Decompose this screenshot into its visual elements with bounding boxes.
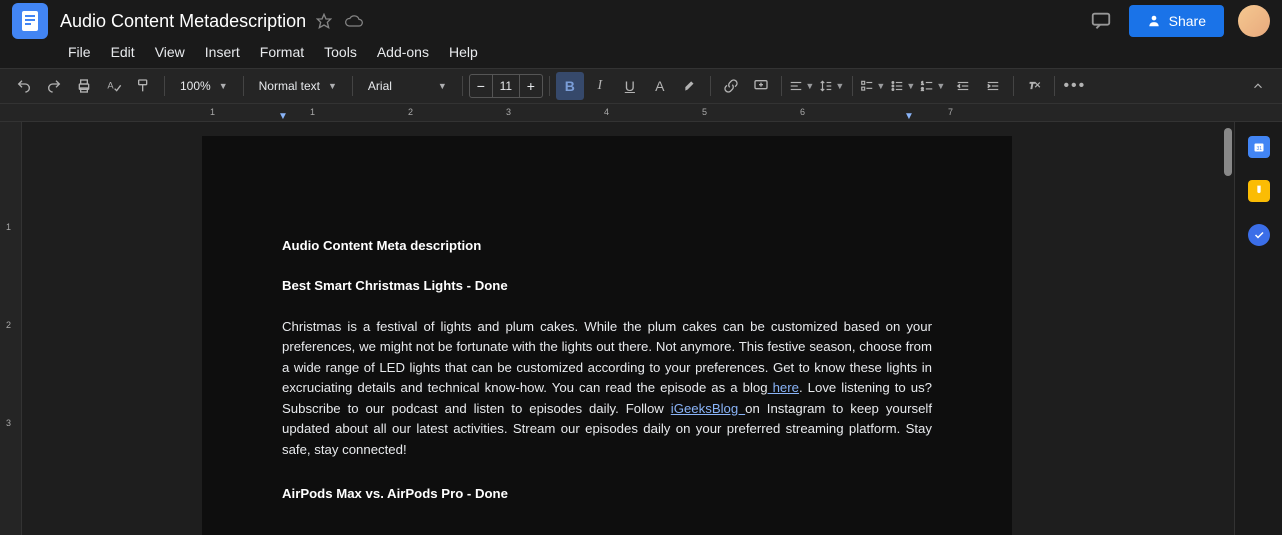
numbered-list-icon[interactable]: 12▼ [919, 72, 947, 100]
keep-icon[interactable] [1248, 180, 1270, 202]
document-canvas[interactable]: Audio Content Meta description Best Smar… [22, 122, 1234, 535]
font-family-select[interactable]: Arial▼ [359, 73, 456, 99]
redo-icon[interactable] [40, 72, 68, 100]
decrease-font-icon[interactable]: − [470, 78, 492, 94]
docs-home-icon[interactable] [12, 3, 48, 39]
decrease-indent-icon[interactable] [949, 72, 977, 100]
spellcheck-icon[interactable]: A [100, 72, 128, 100]
horizontal-ruler[interactable]: 1 ▼ 1 2 3 4 5 6 ▼ 7 [0, 104, 1282, 122]
menu-view[interactable]: View [147, 40, 193, 64]
menu-format[interactable]: Format [252, 40, 312, 64]
svg-text:1: 1 [922, 80, 925, 85]
more-tools-icon[interactable]: ••• [1061, 72, 1089, 100]
vertical-ruler[interactable]: 1 2 3 [0, 122, 22, 535]
account-avatar[interactable] [1238, 5, 1270, 37]
doc-heading-2b: AirPods Max vs. AirPods Pro - Done [282, 484, 932, 504]
comments-icon[interactable] [1087, 7, 1115, 35]
paragraph-style-select[interactable]: Normal text▼ [250, 73, 346, 99]
clear-formatting-icon[interactable]: T [1020, 72, 1048, 100]
cloud-saved-icon[interactable] [344, 13, 364, 29]
add-comment-icon[interactable] [747, 72, 775, 100]
text-color-icon[interactable]: A [646, 72, 674, 100]
svg-text:2: 2 [922, 87, 925, 92]
increase-font-icon[interactable]: + [520, 78, 542, 94]
tasks-icon[interactable] [1248, 224, 1270, 246]
paint-format-icon[interactable] [130, 72, 158, 100]
document-title[interactable]: Audio Content Metadescription [60, 11, 306, 32]
align-icon[interactable]: ▼ [788, 72, 816, 100]
menu-tools[interactable]: Tools [316, 40, 365, 64]
menu-file[interactable]: File [60, 40, 99, 64]
menubar: File Edit View Insert Format Tools Add-o… [0, 36, 1282, 68]
increase-indent-icon[interactable] [979, 72, 1007, 100]
doc-heading-1: Audio Content Meta description [282, 236, 932, 256]
share-button[interactable]: Share [1129, 5, 1224, 37]
font-size-value[interactable]: 11 [492, 75, 520, 97]
doc-paragraph-1: Christmas is a festival of lights and pl… [282, 317, 932, 460]
line-spacing-icon[interactable]: ▼ [818, 72, 846, 100]
highlight-icon[interactable] [676, 72, 704, 100]
svg-text:A: A [107, 81, 114, 91]
underline-icon[interactable]: U [616, 72, 644, 100]
vertical-scrollbar[interactable] [1224, 128, 1232, 176]
link-igeeksblog[interactable]: iGeeksBlog [671, 401, 745, 416]
hide-menus-icon[interactable] [1244, 72, 1272, 100]
calendar-icon[interactable]: 31 [1248, 136, 1270, 158]
svg-text:31: 31 [1256, 146, 1262, 152]
right-indent-marker[interactable]: ▼ [904, 111, 914, 122]
side-panel: 31 [1234, 122, 1282, 535]
star-icon[interactable] [316, 13, 332, 29]
insert-link-icon[interactable] [717, 72, 745, 100]
document-page[interactable]: Audio Content Meta description Best Smar… [202, 136, 1012, 535]
zoom-select[interactable]: 100%▼ [171, 73, 237, 99]
font-size-stepper[interactable]: − 11 + [469, 74, 543, 98]
left-indent-marker[interactable]: ▼ [278, 111, 288, 122]
doc-heading-2a: Best Smart Christmas Lights - Done [282, 276, 932, 296]
svg-text:T: T [1029, 81, 1035, 90]
link-here[interactable]: here [768, 380, 799, 395]
bold-icon[interactable]: B [556, 72, 584, 100]
menu-help[interactable]: Help [441, 40, 486, 64]
toolbar: A 100%▼ Normal text▼ Arial▼ − 11 + B I U… [0, 68, 1282, 104]
menu-insert[interactable]: Insert [197, 40, 248, 64]
bullet-list-icon[interactable]: ▼ [889, 72, 917, 100]
checklist-icon[interactable]: ▼ [859, 72, 887, 100]
undo-icon[interactable] [10, 72, 38, 100]
print-icon[interactable] [70, 72, 98, 100]
menu-addons[interactable]: Add-ons [369, 40, 437, 64]
italic-icon[interactable]: I [586, 72, 614, 100]
menu-edit[interactable]: Edit [103, 40, 143, 64]
share-label: Share [1169, 13, 1206, 29]
